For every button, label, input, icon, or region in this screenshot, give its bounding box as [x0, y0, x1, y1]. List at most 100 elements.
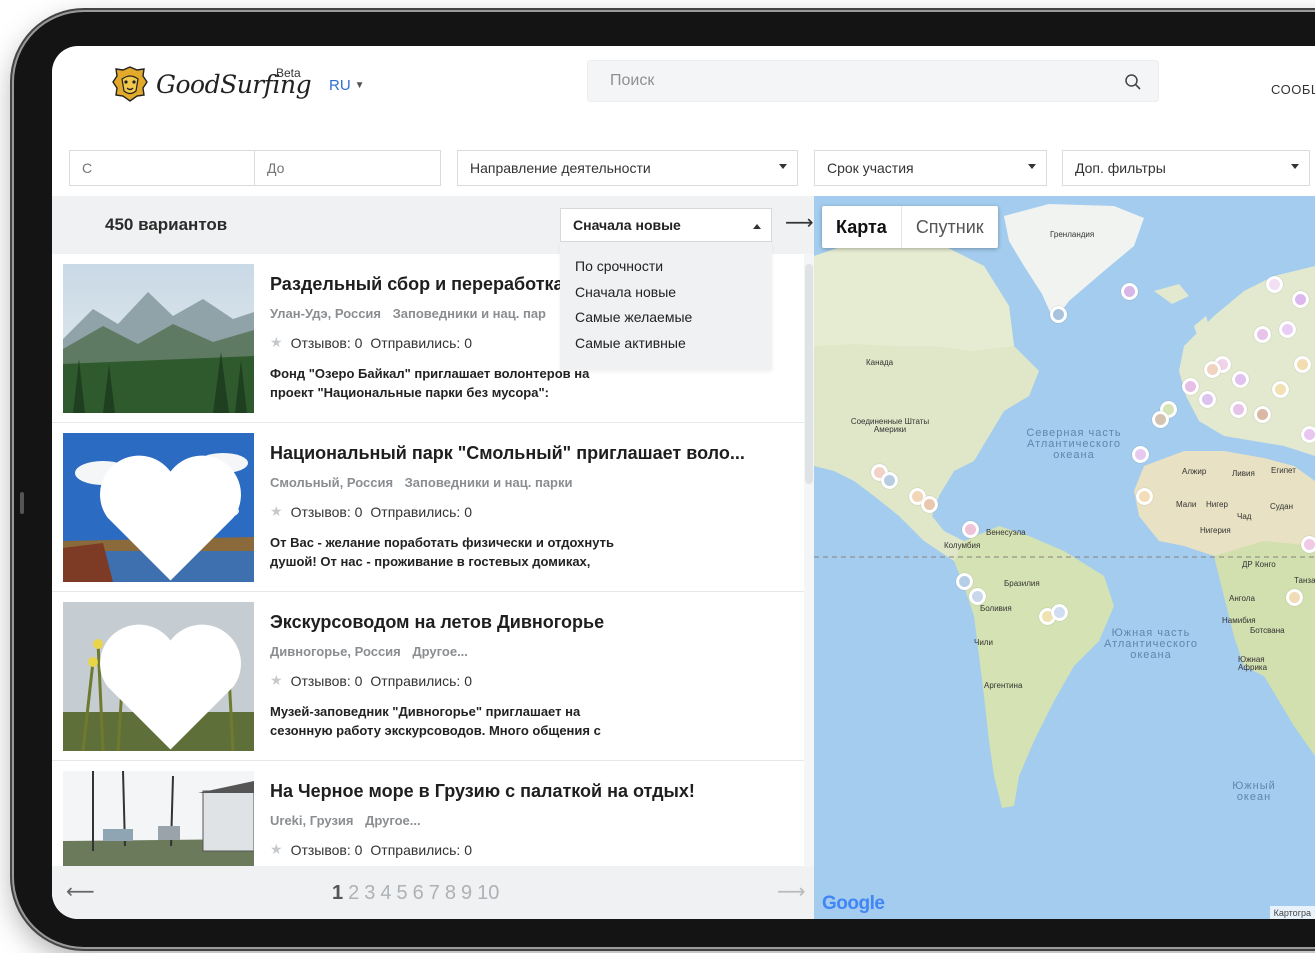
listing-category: Другое...: [412, 644, 468, 659]
caret-up-icon: [753, 224, 761, 229]
map-label-chad: Чад: [1237, 512, 1252, 521]
search-input[interactable]: [588, 61, 1158, 101]
map-label-bolivia: Боливия: [980, 604, 1012, 613]
page-link-10[interactable]: 10: [477, 882, 499, 905]
listing-title[interactable]: Раздельный сбор и переработка: [270, 274, 564, 295]
sort-option-most-active[interactable]: Самые активные: [560, 331, 772, 357]
map-marker[interactable]: [962, 521, 979, 538]
collapse-list-arrow-icon[interactable]: ⟶: [785, 210, 814, 235]
map-marker[interactable]: [1051, 604, 1068, 621]
world-map-shapes: [814, 204, 1315, 808]
next-page-arrow-icon[interactable]: ⟶: [777, 879, 806, 904]
page-link-1[interactable]: 1: [332, 882, 343, 905]
star-icon: ★: [270, 503, 283, 519]
sort-select[interactable]: Сначала новые: [560, 208, 772, 242]
page-link-5[interactable]: 5: [397, 882, 408, 905]
heart-icon[interactable]: [75, 612, 254, 751]
map-marker[interactable]: [1286, 589, 1303, 606]
page-link-7[interactable]: 7: [429, 882, 440, 905]
map-marker[interactable]: [956, 573, 973, 590]
list-item[interactable]: Национальный парк "Смольный" приглашает …: [52, 423, 804, 592]
map-marker[interactable]: [1152, 411, 1169, 428]
map-marker[interactable]: [1292, 291, 1309, 308]
map-marker[interactable]: [1230, 401, 1247, 418]
star-icon: ★: [270, 672, 283, 688]
heart-icon[interactable]: [75, 443, 254, 582]
map-attribution[interactable]: Картогра: [1269, 906, 1315, 919]
logo[interactable]: GoodSurfing Beta: [110, 64, 312, 104]
map-marker[interactable]: [1132, 446, 1149, 463]
map-marker[interactable]: [1254, 326, 1271, 343]
scrollbar-thumb[interactable]: [805, 264, 813, 484]
listing-place: Улан-Удэ, Россия: [270, 306, 382, 321]
page-link-9[interactable]: 9: [461, 882, 472, 905]
sort-option-most-wanted[interactable]: Самые желаемые: [560, 305, 772, 331]
nav-messages-link[interactable]: СООБЩ: [1271, 82, 1315, 97]
listing-description: От Вас - желание поработать физически и …: [270, 535, 614, 569]
activity-select[interactable]: Направление деятельности: [457, 150, 798, 186]
map-marker[interactable]: [881, 472, 898, 489]
duration-select[interactable]: Срок участия: [814, 150, 1047, 186]
page-link-8[interactable]: 8: [445, 882, 456, 905]
map-marker[interactable]: [921, 496, 938, 513]
tab-map[interactable]: Карта: [822, 206, 902, 248]
map-label-sudan: Судан: [1270, 502, 1294, 511]
map-marker[interactable]: [1199, 391, 1216, 408]
date-from-input[interactable]: [69, 150, 255, 186]
map-marker[interactable]: [1121, 283, 1138, 300]
map-marker[interactable]: [1136, 488, 1153, 505]
map-marker[interactable]: [969, 588, 986, 605]
map-label-north-atlantic: Северная часть Атлантического океана: [1026, 427, 1122, 461]
page-link-6[interactable]: 6: [413, 882, 424, 905]
map-marker[interactable]: [1272, 381, 1289, 398]
map-type-tabs: Карта Спутник: [822, 206, 998, 248]
map-marker[interactable]: [1254, 406, 1271, 423]
language-selector[interactable]: RU ▼: [329, 77, 365, 94]
page-link-3[interactable]: 3: [364, 882, 375, 905]
tab-satellite[interactable]: Спутник: [902, 206, 998, 248]
listing-title[interactable]: Национальный парк "Смольный" приглашает …: [270, 443, 745, 464]
listing-place: Смольный, Россия: [270, 475, 394, 490]
listing-description: Музей-заповедник "Дивногорье" приглашает…: [270, 704, 601, 738]
list-item[interactable]: Экскурсоводом на летов Дивногорье Дивног…: [52, 592, 804, 761]
went-count: Отправились: 0: [370, 672, 472, 689]
map-marker[interactable]: [1279, 321, 1296, 338]
list-scrollbar[interactable]: [804, 254, 814, 866]
map-marker[interactable]: [1050, 306, 1067, 323]
page-link-4[interactable]: 4: [380, 882, 391, 905]
map-marker[interactable]: [1204, 361, 1221, 378]
map-marker[interactable]: [1294, 356, 1311, 373]
search-icon[interactable]: [1124, 73, 1142, 91]
reviews-count: Отзывов: 0: [290, 334, 363, 351]
duration-select-label: Срок участия: [827, 160, 914, 176]
extra-filters-select[interactable]: Доп. фильтры: [1062, 150, 1310, 186]
page-link-2[interactable]: 2: [348, 882, 359, 905]
map-marker[interactable]: [1182, 378, 1199, 395]
sort-option-newest[interactable]: Сначала новые: [560, 280, 772, 306]
listing-title[interactable]: Экскурсоводом на летов Дивногорье: [270, 612, 604, 633]
map-marker[interactable]: [1266, 276, 1283, 293]
map-label-namibia: Намибия: [1222, 616, 1256, 625]
listing-title[interactable]: На Черное море в Грузию с палаткой на от…: [270, 781, 695, 802]
map-marker[interactable]: [1301, 536, 1315, 553]
extra-filters-label: Доп. фильтры: [1075, 160, 1166, 176]
tablet-side-button: [20, 492, 24, 514]
map-label-angola: Ангола: [1229, 594, 1255, 603]
page-numbers: 1 2 3 4 5 6 7 8 9 10: [332, 882, 504, 905]
map-label-dr-congo: ДР Конго: [1242, 560, 1276, 569]
dropdown-arrow-icon: [1028, 164, 1036, 169]
reviews-count: Отзывов: 0: [290, 841, 363, 858]
map-marker[interactable]: [1301, 426, 1315, 443]
listing-meta: Ureki, Грузия Другое...: [270, 813, 429, 828]
listing-photo: [63, 602, 254, 751]
map-label-libya: Ливия: [1232, 469, 1255, 478]
listing-stats: ★ Отзывов: 0 Отправились: 0: [270, 841, 472, 858]
date-to-input[interactable]: [254, 150, 441, 186]
list-item[interactable]: На Черное море в Грузию с палаткой на от…: [52, 761, 804, 866]
map-view[interactable]: Карта Спутник Гренландия Канада Соединен…: [814, 196, 1315, 919]
prev-page-arrow-icon[interactable]: ⟵: [66, 879, 95, 904]
dropdown-arrow-icon: [1291, 164, 1299, 169]
map-marker[interactable]: [1232, 371, 1249, 388]
star-icon: ★: [270, 841, 283, 857]
sort-option-urgency[interactable]: По срочности: [560, 254, 772, 280]
